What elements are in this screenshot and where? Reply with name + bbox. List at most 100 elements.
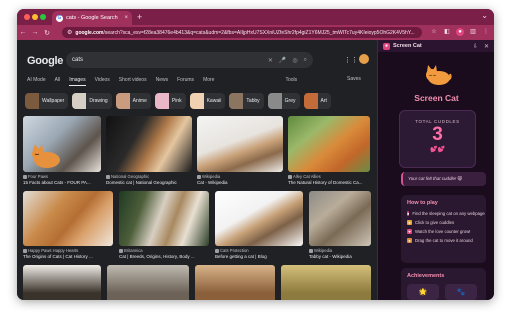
screen-cat-extension-icon[interactable]: ● — [456, 28, 464, 36]
close-panel-icon[interactable]: ✕ — [484, 43, 489, 50]
chip-label: Kawaii — [206, 98, 222, 104]
howto-item: ● Drag the cat to move it around — [407, 238, 473, 243]
result-image[interactable] — [195, 265, 275, 300]
result-source[interactable]: Happy Paws Happy Hearts — [23, 248, 78, 253]
result-source[interactable]: Four Paws — [23, 174, 48, 179]
minimize-window-button[interactable] — [32, 14, 38, 20]
tab-forums[interactable]: Forums — [177, 77, 194, 86]
result-caption[interactable]: The Natural History of Domestic Ca... — [288, 180, 370, 185]
result-source[interactable]: National Geographic — [106, 174, 149, 179]
result-image[interactable] — [215, 191, 303, 246]
chip-kawaii[interactable]: Kawaii — [189, 93, 226, 109]
chip-wallpaper[interactable]: Wallpaper — [25, 93, 69, 109]
source-favicon-icon — [119, 248, 123, 253]
result-image[interactable] — [23, 191, 113, 246]
chip-grey[interactable]: Grey — [267, 93, 300, 109]
source-favicon-icon — [23, 174, 27, 179]
google-logo[interactable]: Google — [27, 55, 63, 67]
address-bar[interactable]: ⚙ google.com/search?sca_esv=f28ea38476e4… — [62, 27, 422, 38]
result-image[interactable] — [119, 191, 209, 246]
clear-icon[interactable]: ✕ — [268, 57, 273, 64]
search-query[interactable]: cats — [72, 57, 268, 63]
result-source[interactable]: Wikipedia — [309, 248, 332, 253]
tab-videos[interactable]: Videos — [95, 77, 110, 86]
result-image[interactable] — [288, 116, 370, 172]
chip-label: Anime — [132, 98, 147, 104]
achievement-badge-star-icon[interactable]: 🌟 — [407, 284, 439, 300]
result-image[interactable] — [23, 116, 101, 172]
search-tabs: AI Mode All Images Videos Short videos N… — [27, 77, 372, 86]
result-caption[interactable]: The Origins of Cats | Cat History ... — [23, 254, 113, 259]
chrome-menu-icon[interactable]: ⋮ — [482, 28, 490, 36]
result-caption[interactable]: Cat | Breeds, Origins, History, Body ... — [119, 254, 209, 259]
bookmark-star-icon[interactable]: ☆ — [430, 28, 438, 36]
cuddle-counter-card: TOTAL CUDDLES 3 💕💕 — [399, 110, 476, 168]
tab-short-videos[interactable]: Short videos — [119, 77, 147, 86]
browser-tab[interactable]: G cats - Google Search × — [52, 11, 132, 25]
new-tab-button[interactable]: + — [137, 11, 142, 23]
result-source[interactable]: Britannica — [119, 248, 143, 253]
tab-search-icon[interactable]: ⌄ — [481, 11, 488, 20]
result-image[interactable] — [106, 116, 192, 172]
click-icon: ● — [407, 220, 412, 225]
back-icon[interactable]: ← — [17, 29, 29, 36]
maximize-window-button[interactable] — [40, 14, 46, 20]
chip-label: Pink — [171, 98, 182, 104]
cat-icon — [426, 65, 452, 85]
result-image[interactable] — [107, 265, 189, 300]
site-info-icon[interactable]: ⚙ — [67, 29, 72, 36]
drag-icon: ● — [407, 238, 412, 243]
search-input[interactable]: cats ✕ 🎤 ◎ ⌕ — [66, 52, 313, 68]
source-favicon-icon — [197, 174, 201, 179]
forward-icon[interactable]: → — [29, 29, 41, 36]
extensions-icon[interactable]: ◧ — [443, 28, 451, 36]
saves-button[interactable]: Saves — [347, 76, 361, 82]
pin-icon[interactable]: ⇩ — [473, 43, 478, 50]
source-favicon-icon — [215, 248, 219, 253]
result-source[interactable]: Alley Cat Allies — [288, 174, 321, 179]
result-image[interactable] — [23, 265, 101, 300]
chip-pink[interactable]: Pink — [154, 93, 186, 109]
result-caption[interactable]: 15 Facts about Cats - FOUR PA... — [23, 180, 103, 185]
tab-ai-mode[interactable]: AI Mode — [27, 77, 46, 86]
chip-art[interactable]: Art — [303, 93, 331, 109]
microphone-icon[interactable]: 🎤 — [279, 57, 286, 64]
how-to-play-card: How to play ● Find the sleeping cat on an… — [401, 195, 486, 263]
reload-icon[interactable]: ↻ — [41, 29, 53, 37]
heart-icon: ♥ — [407, 229, 412, 234]
close-tab-icon[interactable]: × — [124, 15, 128, 21]
google-apps-icon[interactable]: ⋮⋮ — [344, 56, 358, 64]
result-source[interactable]: Wikipedia — [197, 174, 220, 179]
result-caption[interactable]: Domestic cat | National Geographic — [106, 180, 192, 185]
sleeping-cat-overlay-icon[interactable] — [23, 116, 101, 172]
chip-label: Grey — [284, 98, 296, 104]
search-icon[interactable]: ⌕ — [304, 57, 307, 64]
tab-news[interactable]: News — [156, 77, 169, 86]
lens-icon[interactable]: ◎ — [292, 57, 297, 64]
side-panel-icon[interactable]: ▥ — [469, 28, 477, 36]
chip-tabby[interactable]: Tabby — [229, 93, 264, 109]
result-caption[interactable]: Cat - Wikipedia — [197, 180, 283, 185]
result-image[interactable] — [197, 116, 283, 172]
chip-drawing[interactable]: Drawing — [72, 93, 112, 109]
hearts-icon: 💕💕 — [430, 147, 445, 153]
result-source[interactable]: Cats Protection — [215, 248, 249, 253]
chip-thumbnail — [115, 93, 130, 109]
result-caption[interactable]: Before getting a cat | Blog — [215, 254, 303, 259]
result-caption[interactable]: Tabby cat - Wikipedia — [309, 254, 371, 259]
avatar[interactable] — [359, 54, 369, 64]
tools-button[interactable]: Tools — [285, 77, 297, 86]
chip-thumbnail — [303, 93, 318, 109]
chip-label: Drawing — [89, 98, 108, 104]
tab-images[interactable]: Images — [69, 77, 86, 86]
screen-cat-side-panel: ● Screen Cat ⇩ ✕ Screen Cat TOTAL CUDDLE… — [377, 40, 494, 300]
result-image[interactable] — [281, 265, 371, 300]
achievement-badge-paw-icon[interactable]: 🐾 — [445, 284, 477, 300]
tab-all[interactable]: All — [55, 77, 61, 86]
close-window-button[interactable] — [24, 14, 30, 20]
chip-anime[interactable]: Anime — [115, 93, 151, 109]
result-image[interactable] — [309, 191, 371, 246]
chip-thumbnail — [267, 93, 282, 109]
browser-window: G cats - Google Search × + ⌄ ← → ↻ ⚙ goo… — [17, 9, 494, 300]
tab-more[interactable]: More — [203, 77, 214, 86]
